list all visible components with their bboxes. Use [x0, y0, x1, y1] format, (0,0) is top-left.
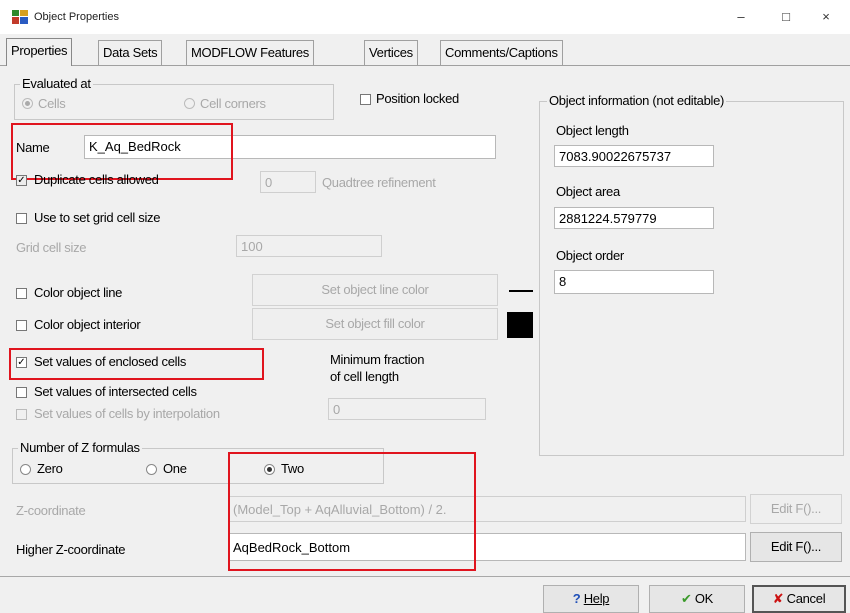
color-object-interior-label: Color object interior — [34, 317, 141, 332]
set-intersected-cells-checkbox[interactable] — [16, 387, 27, 398]
set-interpolation-label: Set values of cells by interpolation — [34, 406, 220, 421]
tab-vertices[interactable]: Vertices — [364, 40, 418, 65]
set-interpolation-checkbox[interactable] — [16, 409, 27, 420]
zero-radio-label: Zero — [37, 461, 63, 476]
object-order-value: 8 — [554, 270, 714, 294]
z-formula-highlight-box — [228, 452, 476, 571]
set-intersected-cells-label: Set values of intersected cells — [34, 384, 197, 399]
duplicate-cells-label: Duplicate cells allowed — [34, 172, 159, 187]
tab-properties[interactable]: Properties — [6, 38, 73, 66]
color-object-interior-checkbox[interactable] — [16, 320, 27, 331]
object-area-value: 2881224.579779 — [554, 207, 714, 229]
min-fraction-label-line2: of cell length — [330, 369, 399, 384]
set-fill-color-button[interactable]: Set object fill color — [252, 308, 498, 340]
z-coordinate-label: Z-coordinate — [16, 503, 86, 518]
use-grid-cell-size-checkbox[interactable] — [16, 213, 27, 224]
object-area-label: Object area — [556, 184, 620, 199]
cell-corners-radio-label: Cell corners — [200, 96, 266, 111]
object-length-value: 7083.90022675737 — [554, 145, 714, 167]
use-grid-cell-size-label: Use to set grid cell size — [34, 210, 161, 225]
one-radio[interactable] — [146, 464, 157, 475]
position-locked-checkbox[interactable] — [360, 94, 371, 105]
grid-cell-size-label: Grid cell size — [16, 240, 87, 255]
maximize-button[interactable]: □ — [768, 6, 804, 28]
help-button-label: Help — [583, 591, 610, 606]
cells-radio[interactable] — [22, 98, 33, 109]
quadtree-label: Quadtree refinement — [322, 175, 436, 190]
quadtree-input[interactable]: 0 — [260, 171, 316, 193]
object-length-label: Object length — [556, 123, 629, 138]
tab-baseline — [0, 65, 850, 66]
one-radio-label: One — [163, 461, 187, 476]
cancel-button-label: Cancel — [786, 591, 826, 606]
app-icon — [12, 10, 28, 24]
grid-cell-size-input[interactable]: 100 — [236, 235, 382, 257]
cell-corners-radio[interactable] — [184, 98, 195, 109]
color-object-line-label: Color object line — [34, 285, 123, 300]
edit-z-formula-button[interactable]: Edit F()... — [750, 494, 842, 524]
ok-check-icon: ✔ — [680, 591, 692, 606]
ok-button[interactable]: ✔ OK — [649, 585, 745, 613]
cells-radio-label: Cells — [38, 96, 66, 111]
object-order-label: Object order — [556, 248, 624, 263]
fill-color-swatch — [507, 312, 533, 338]
z-formulas-legend: Number of Z formulas — [18, 440, 142, 455]
line-color-swatch — [509, 290, 533, 292]
window-title: Object Properties — [34, 11, 119, 23]
set-line-color-button[interactable]: Set object line color — [252, 274, 498, 306]
help-button[interactable]: ? Help — [543, 585, 639, 613]
tab-comments-captions[interactable]: Comments/Captions — [440, 40, 563, 65]
help-icon: ? — [572, 591, 581, 606]
footer-separator — [0, 576, 850, 577]
enclosed-cells-highlight-box — [9, 348, 264, 380]
cancel-button[interactable]: ✘ Cancel — [752, 585, 846, 613]
higher-z-label: Higher Z-coordinate — [16, 542, 126, 557]
color-object-line-checkbox[interactable] — [16, 288, 27, 299]
tab-modflow-features[interactable]: MODFLOW Features — [186, 40, 314, 65]
edit-higher-z-formula-button[interactable]: Edit F()... — [750, 532, 842, 562]
ok-button-label: OK — [694, 591, 714, 606]
cancel-x-icon: ✘ — [772, 591, 784, 606]
tab-data-sets[interactable]: Data Sets — [98, 40, 163, 65]
min-fraction-label-line1: Minimum fraction — [330, 352, 425, 367]
object-info-legend: Object information (not editable) — [547, 93, 727, 108]
tab-strip: Properties Data Sets MODFLOW Features Ve… — [0, 38, 850, 66]
min-fraction-input[interactable]: 0 — [328, 398, 486, 420]
close-button[interactable]: × — [808, 6, 844, 28]
zero-radio[interactable] — [20, 464, 31, 475]
duplicate-cells-checkbox[interactable]: ✓ — [16, 175, 27, 186]
position-locked-label: Position locked — [376, 91, 459, 106]
minimize-button[interactable]: – — [723, 6, 759, 28]
evaluated-at-legend: Evaluated at — [20, 76, 93, 91]
